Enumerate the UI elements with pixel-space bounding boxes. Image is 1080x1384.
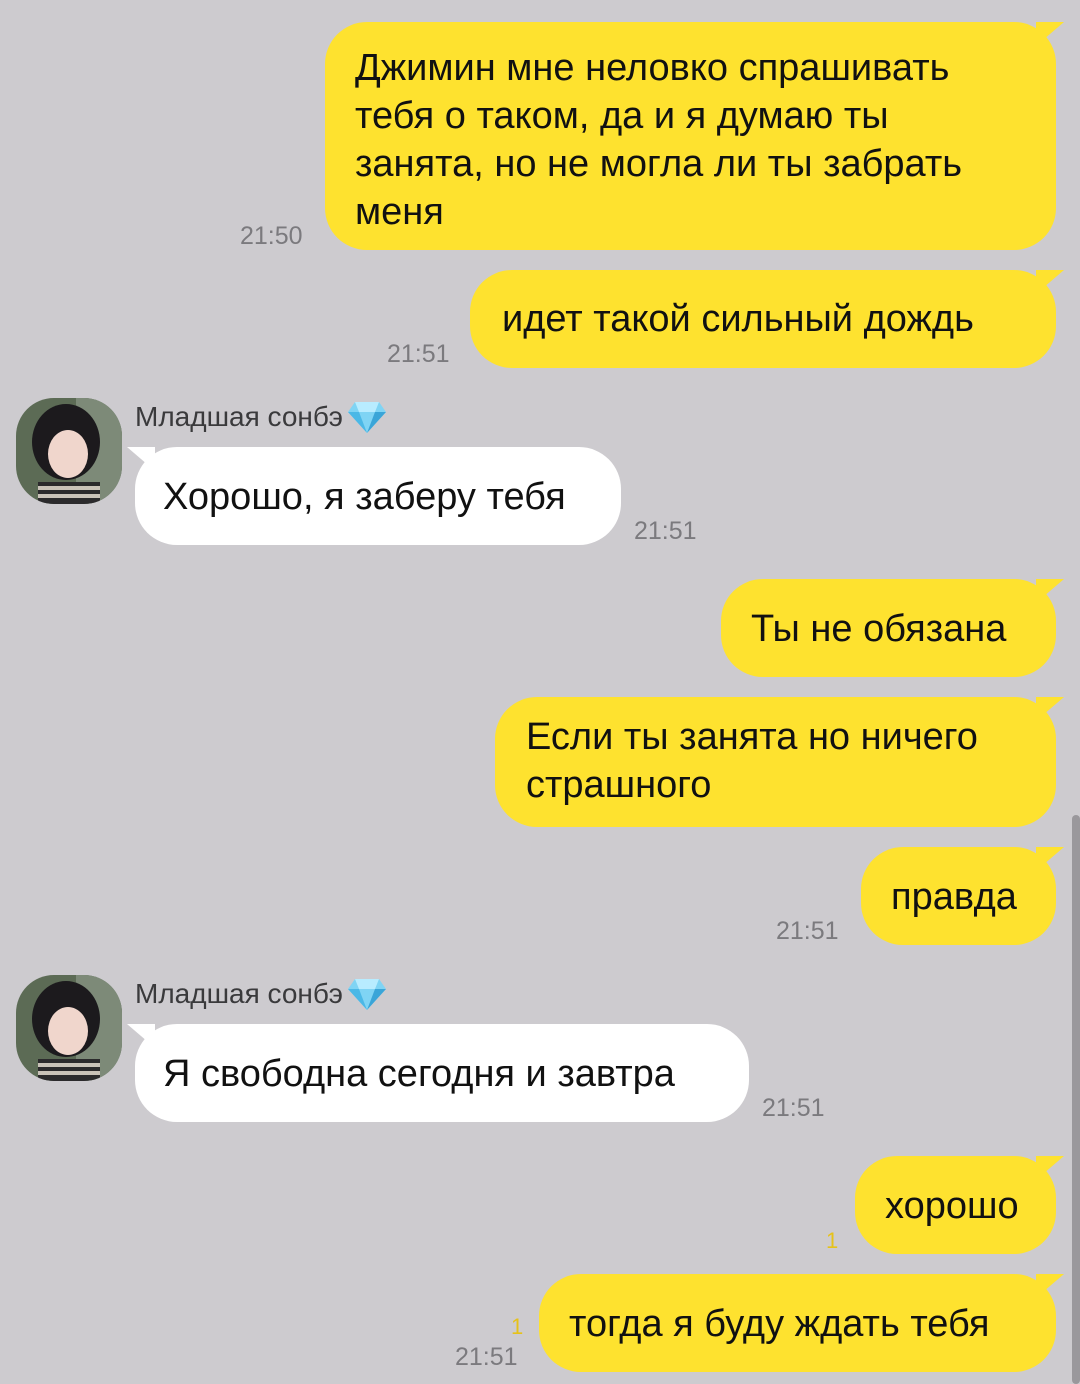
message-text-line: меня — [355, 191, 444, 233]
diamond-icon — [347, 402, 386, 433]
message-text-line: правда — [891, 876, 1017, 918]
contact-name-text: Младшая сонбэ — [135, 401, 343, 432]
message-text-line: Я свободна сегодня и завтра — [163, 1053, 675, 1095]
message-text-line: Если ты занята но ничего — [526, 716, 978, 758]
contact-name: Младшая сонбэ — [135, 400, 387, 434]
message-bubble-outgoing[interactable]: правда — [861, 847, 1064, 945]
message-bubble-outgoing[interactable]: Ты не обязана — [721, 579, 1064, 677]
diamond-icon — [347, 979, 386, 1010]
message-time: 21:50 — [240, 222, 303, 250]
message-text-line: тебя о таком, да и я думаю ты — [355, 95, 889, 137]
scrollbar[interactable] — [1072, 815, 1080, 1384]
message-bubble-outgoing[interactable]: Если ты занята но ничего страшного — [495, 697, 1064, 827]
unread-count: 1 — [511, 1314, 524, 1339]
chat-view[interactable]: 21:50 Джимин мне неловко спрашивать тебя… — [0, 0, 1080, 1384]
message-text-line: Джимин мне неловко спрашивать — [355, 47, 950, 89]
message-time: 21:51 — [455, 1343, 518, 1371]
message-text-line: страшного — [526, 764, 712, 806]
message-bubble-outgoing[interactable]: идет такой сильный дождь — [470, 270, 1064, 368]
unread-count: 1 — [826, 1228, 839, 1253]
message-text-line: хорошо — [885, 1185, 1019, 1227]
message-bubble-outgoing[interactable]: хорошо — [855, 1156, 1064, 1254]
message-text-line: идет такой сильный дождь — [502, 298, 974, 340]
message-bubble-outgoing[interactable]: тогда я буду ждать тебя — [539, 1274, 1064, 1372]
contact-name: Младшая сонбэ — [135, 977, 387, 1011]
message-time: 21:51 — [776, 917, 839, 945]
message-bubble-incoming[interactable]: Я свободна сегодня и завтра — [127, 1024, 749, 1122]
contact-avatar[interactable] — [16, 975, 122, 1081]
message-time: 21:51 — [762, 1094, 825, 1122]
message-text-line: Ты не обязана — [751, 608, 1007, 650]
message-text-line: тогда я буду ждать тебя — [569, 1303, 990, 1345]
message-text-line: занята, но не могла ли ты забрать — [355, 143, 963, 185]
contact-avatar[interactable] — [16, 398, 122, 504]
contact-name-text: Младшая сонбэ — [135, 978, 343, 1009]
message-bubble-outgoing[interactable]: Джимин мне неловко спрашивать тебя о так… — [325, 22, 1064, 250]
message-time: 21:51 — [634, 517, 697, 545]
message-time: 21:51 — [387, 340, 450, 368]
message-text-line: Хорошо, я заберу тебя — [163, 476, 566, 518]
message-bubble-incoming[interactable]: Хорошо, я заберу тебя — [127, 447, 621, 545]
